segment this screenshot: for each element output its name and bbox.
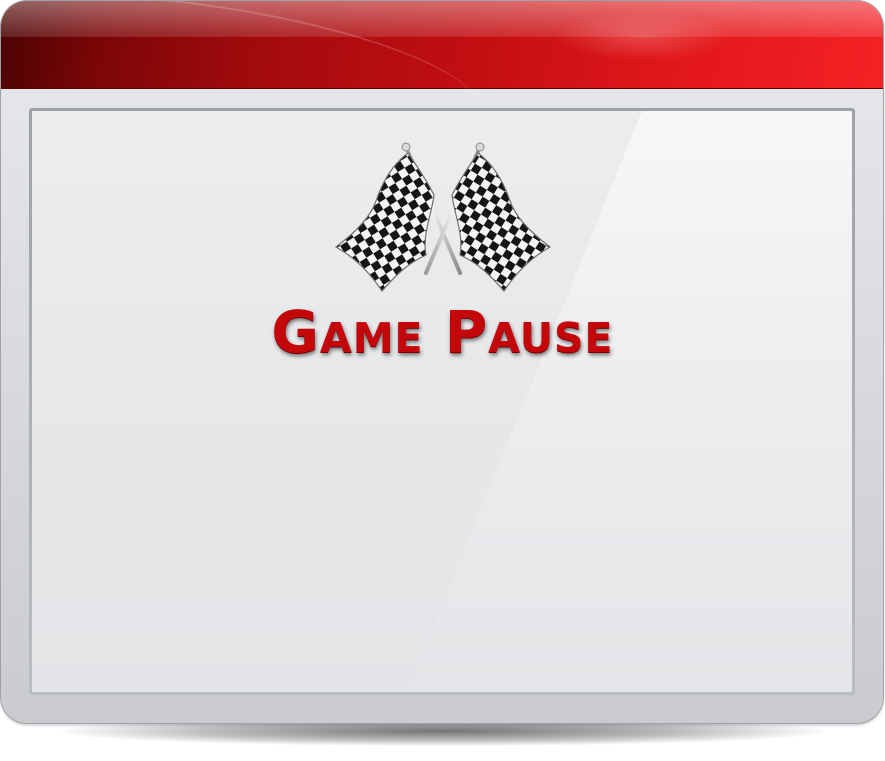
right-checkered-flag (451, 152, 552, 292)
title-bar-gloss (1, 1, 883, 37)
title-bar (1, 1, 883, 169)
checkered-flags-icon (334, 142, 552, 292)
left-checkered-flag (334, 152, 435, 292)
game-pause-screen: Game Pause (0, 0, 885, 761)
game-pause-title: Game Pause (271, 298, 614, 366)
